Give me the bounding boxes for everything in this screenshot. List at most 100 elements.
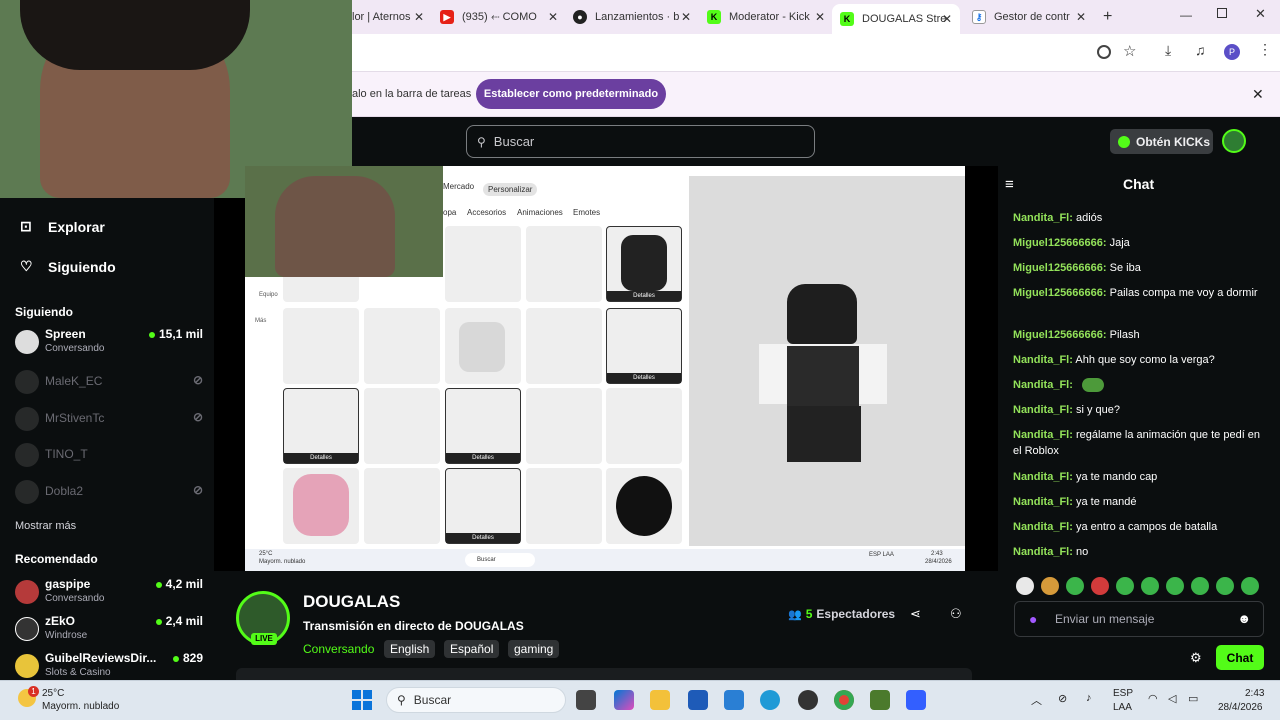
item-tile — [526, 226, 602, 302]
clock-time[interactable]: 2:43 — [1245, 688, 1264, 699]
chat-input[interactable]: ● Enviar un mensaje ☻ — [1014, 601, 1264, 637]
close-icon[interactable]: ✕ — [1076, 10, 1086, 24]
chat-username[interactable]: Miguel125666666: — [1013, 262, 1107, 274]
emote-icon[interactable] — [1016, 577, 1034, 595]
tag-chip[interactable]: gaming — [508, 640, 560, 658]
taskbar-search[interactable]: ⚲ Buscar — [386, 687, 566, 713]
channel-item[interactable]: MaleK_EC ⊘ — [15, 366, 203, 396]
settings-gear-icon[interactable]: ⚙ — [1190, 650, 1202, 666]
close-icon[interactable]: ✕ — [815, 10, 825, 24]
battery-icon[interactable]: ▭ — [1188, 692, 1198, 705]
user-avatar[interactable] — [1222, 129, 1246, 153]
edge-icon[interactable] — [760, 690, 780, 710]
profile-avatar[interactable]: P — [1224, 44, 1240, 60]
close-icon[interactable]: ✕ — [548, 10, 558, 24]
set-default-button[interactable]: Establecer como predeterminado — [476, 79, 666, 109]
emote-icon[interactable] — [1141, 577, 1159, 595]
chat-username[interactable]: Miguel125666666: — [1013, 237, 1107, 249]
microphone-icon[interactable]: ♪ — [1086, 692, 1092, 704]
chrome-icon[interactable] — [834, 690, 854, 710]
eye-off-icon[interactable] — [1097, 45, 1111, 59]
tag-chip[interactable]: Español — [444, 640, 500, 658]
microphone-icon[interactable]: ● — [1029, 611, 1037, 627]
close-icon[interactable]: ✕ — [942, 12, 952, 26]
language-indicator[interactable]: ESP — [1113, 688, 1133, 699]
stream-category[interactable]: Conversando — [303, 642, 374, 656]
language-indicator-sub[interactable]: LAA — [1113, 702, 1132, 713]
chat-username[interactable]: Nandita_Fl: — [1013, 496, 1073, 508]
windows-start-icon[interactable] — [352, 690, 372, 710]
chat-username[interactable]: Nandita_Fl: — [1013, 379, 1073, 391]
follow-user-icon[interactable]: ⚇ — [950, 606, 962, 622]
tab-dougalas[interactable]: K DOUGALAS Stre ✕ — [832, 4, 960, 34]
clock-date[interactable]: 28/4/2026 — [1218, 702, 1263, 713]
minecraft-icon[interactable] — [870, 690, 890, 710]
emote-icon[interactable] — [1041, 577, 1059, 595]
chevron-up-icon[interactable]: ︿ — [1031, 692, 1042, 708]
emoji-icon[interactable]: ☻ — [1237, 611, 1251, 626]
channel-item[interactable]: Spreen Conversando 15,1 mil — [15, 326, 203, 356]
search-input[interactable]: ⚲ Buscar — [466, 125, 815, 158]
roblox-icon[interactable] — [906, 690, 926, 710]
chat-username[interactable]: Nandita_Fl: — [1013, 429, 1073, 441]
volume-icon[interactable]: ◁ — [1168, 692, 1176, 705]
close-icon[interactable]: ✕ — [681, 10, 691, 24]
chat-username[interactable]: Nandita_Fl: — [1013, 404, 1073, 416]
channel-name: GuibelReviewsDir... — [45, 651, 157, 665]
chat-username[interactable]: Nandita_Fl: — [1013, 521, 1073, 533]
menu-icon[interactable]: ⋮ — [1258, 41, 1272, 58]
show-more-link[interactable]: Mostrar más — [15, 520, 76, 532]
channel-item[interactable]: Dobla2 ⊘ — [15, 476, 203, 506]
tab-youtube[interactable]: ▶ (935) ⬸ COMO ✕ — [440, 6, 558, 28]
emote-icon[interactable] — [1166, 577, 1184, 595]
emote-icon[interactable] — [1066, 577, 1084, 595]
emote-icon[interactable] — [1241, 577, 1259, 595]
obs-icon[interactable] — [798, 690, 818, 710]
channel-item[interactable]: zEkO Windrose 2,4 mil — [15, 613, 203, 643]
channel-item[interactable]: TINO_T — [15, 439, 203, 469]
share-icon[interactable]: ⋖ — [910, 606, 921, 622]
tab-moderator[interactable]: K Moderator - Kick ✕ — [707, 6, 825, 28]
nav-explore[interactable]: ⊡ Explorar — [20, 218, 105, 235]
store-icon[interactable] — [688, 690, 708, 710]
get-kicks-button[interactable]: Obtén KICKs — [1110, 129, 1213, 154]
chat-username[interactable]: Nandita_Fl: — [1013, 471, 1073, 483]
channel-item[interactable]: MrStivenTc ⊘ — [15, 403, 203, 433]
collapse-chat-icon[interactable]: ≡ — [1005, 176, 1014, 193]
emote-icon[interactable] — [1091, 577, 1109, 595]
chat-username[interactable]: Nandita_Fl: — [1013, 212, 1073, 224]
offline-icon: ⊘ — [192, 373, 203, 387]
close-icon[interactable]: ✕ — [414, 10, 424, 24]
emote-icon[interactable] — [1216, 577, 1234, 595]
new-tab-icon[interactable]: + — [1103, 8, 1112, 26]
tab-github[interactable]: ● Lanzamientos · b ✕ — [573, 6, 691, 28]
close-icon[interactable]: ✕ — [1252, 86, 1264, 103]
task-view-icon[interactable] — [576, 690, 596, 710]
star-icon[interactable]: ☆ — [1123, 42, 1136, 60]
close-window-icon[interactable]: ✕ — [1255, 6, 1266, 22]
notification-badge: 1 — [28, 686, 39, 697]
tab-password-manager[interactable]: ⚷ Gestor de contr ✕ — [972, 6, 1086, 28]
media-icon[interactable]: ♫ — [1195, 42, 1206, 58]
copilot-icon[interactable] — [614, 690, 634, 710]
tag-chip[interactable]: English — [384, 640, 436, 658]
emote-icon[interactable] — [1191, 577, 1209, 595]
chat-username[interactable]: Miguel125666666: — [1013, 329, 1107, 341]
send-chat-button[interactable]: Chat — [1216, 645, 1264, 670]
chat-username[interactable]: Nandita_Fl: — [1013, 354, 1073, 366]
chat-username[interactable]: Nandita_Fl: — [1013, 546, 1073, 558]
channel-name[interactable]: DOUGALAS — [303, 592, 400, 612]
tray-icon[interactable]: ⊘ — [1058, 692, 1067, 705]
minimize-icon[interactable]: — — [1180, 8, 1192, 22]
file-explorer-icon[interactable] — [650, 690, 670, 710]
download-icon[interactable]: ⤓ — [1165, 42, 1171, 59]
maximize-icon[interactable] — [1217, 8, 1227, 18]
wifi-icon[interactable]: ◠ — [1148, 692, 1158, 705]
chat-username[interactable]: Miguel125666666: — [1013, 287, 1107, 299]
channel-item[interactable]: GuibelReviewsDir... Slots & Casino 829 — [15, 650, 203, 680]
emote-icon[interactable] — [1116, 577, 1134, 595]
nav-following[interactable]: ♡ Siguiendo — [20, 258, 116, 275]
channel-item[interactable]: gaspipe Conversando 4,2 mil — [15, 576, 203, 606]
tab-aternos[interactable]: lor | Aternos ✕ — [352, 6, 424, 28]
outlook-icon[interactable] — [724, 690, 744, 710]
